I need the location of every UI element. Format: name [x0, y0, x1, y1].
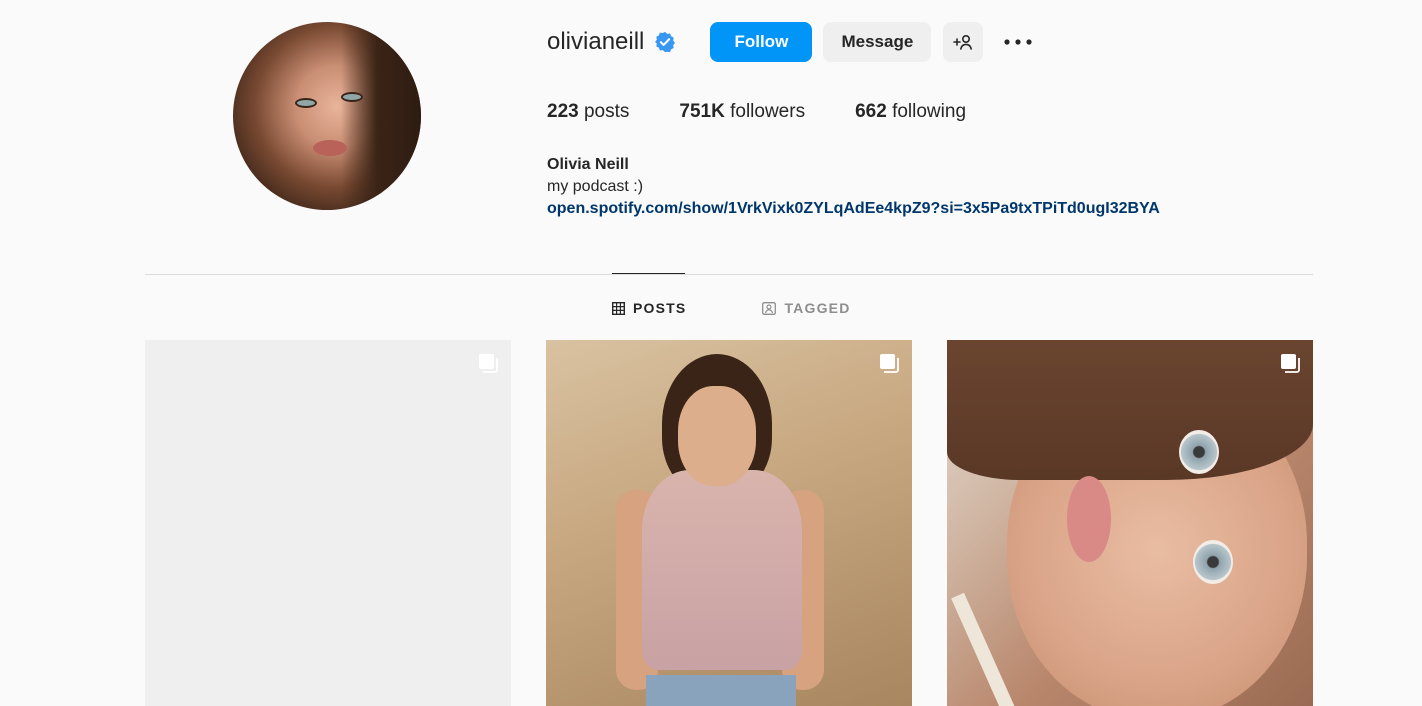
avatar-lips [313, 140, 347, 156]
photo-strap [951, 592, 1017, 706]
multiple-posts-icon [880, 354, 899, 373]
following-label: following [892, 101, 967, 122]
photo-eye [1193, 540, 1233, 584]
verified-badge-icon [655, 31, 676, 53]
followers-stat[interactable]: 751K followers [679, 101, 805, 123]
follow-button[interactable]: Follow [710, 22, 813, 62]
profile-header: olivianeill Follow Message [547, 22, 1033, 62]
more-options-button[interactable] [1003, 22, 1033, 62]
post-thumbnail[interactable] [145, 340, 511, 706]
photo-face [678, 386, 756, 486]
post-thumbnail[interactable] [546, 340, 912, 706]
following-stat[interactable]: 662 following [855, 101, 966, 123]
add-person-icon [953, 34, 973, 50]
photo-jeans [646, 675, 796, 706]
photo-hair [947, 340, 1313, 480]
followers-label: followers [730, 101, 806, 122]
more-icon [1004, 39, 1032, 45]
multiple-posts-icon [1281, 354, 1300, 373]
tab-posts-label: POSTS [633, 300, 687, 316]
tabs-divider [145, 274, 1313, 275]
posts-stat: 223 posts [547, 101, 629, 123]
active-tab-indicator [612, 273, 685, 274]
bio-link[interactable]: open.spotify.com/show/1VrkVixk0ZYLqAdEe4… [547, 200, 1160, 217]
photo-top [642, 470, 802, 670]
grid-icon [612, 301, 625, 315]
profile-stats: 223 posts 751K followers 662 following [547, 101, 1016, 123]
avatar-hair [341, 22, 421, 210]
profile-bio: Olivia Neill my podcast :) open.spotify.… [547, 154, 1160, 220]
posts-count: 223 [547, 101, 579, 122]
tab-posts[interactable]: POSTS [612, 298, 686, 318]
followers-count: 751K [679, 101, 725, 122]
post-thumbnail[interactable] [947, 340, 1313, 706]
username: olivianeill [547, 28, 645, 55]
multiple-posts-icon [479, 354, 498, 373]
bio-text: my podcast :) [547, 178, 644, 195]
tagged-icon [762, 301, 777, 315]
avatar-eye [295, 98, 317, 108]
full-name: Olivia Neill [547, 156, 629, 173]
suggest-users-button[interactable] [943, 22, 984, 62]
avatar-eye [341, 92, 363, 102]
posts-label: posts [583, 101, 630, 122]
photo-lips [1067, 476, 1111, 562]
following-count: 662 [855, 101, 887, 122]
tab-tagged-label: TAGGED [784, 300, 851, 316]
profile-tabs: POSTS TAGGED [612, 298, 851, 318]
profile-avatar[interactable] [233, 22, 421, 210]
message-button[interactable]: Message [823, 22, 932, 62]
photo-eye [1179, 430, 1219, 474]
tab-tagged[interactable]: TAGGED [762, 298, 850, 318]
